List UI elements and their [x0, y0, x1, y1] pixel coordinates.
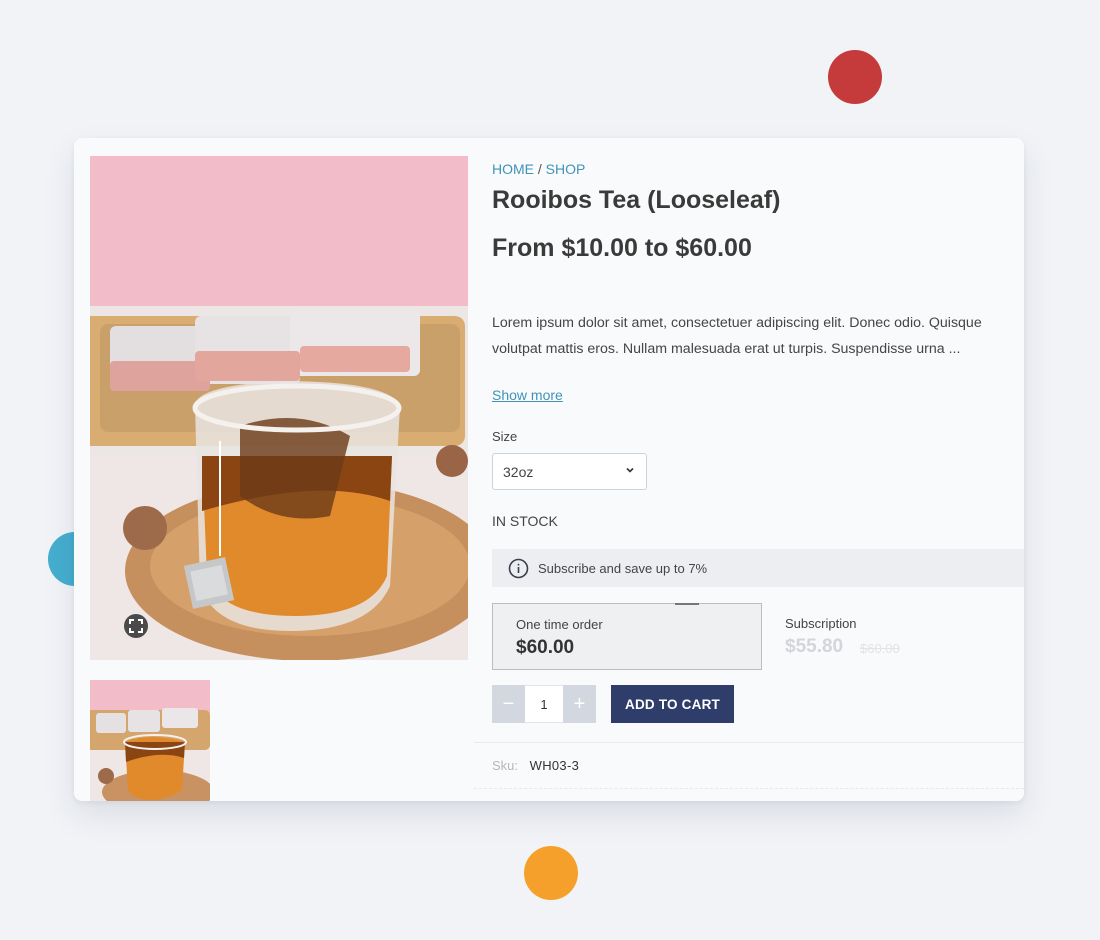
fullscreen-icon[interactable]: [124, 614, 148, 638]
breadcrumb: HOME / SHOP: [492, 161, 585, 177]
product-description: Lorem ipsum dolor sit amet, consectetuer…: [492, 315, 982, 357]
breadcrumb-shop-link[interactable]: SHOP: [546, 161, 586, 177]
subscription-option[interactable]: Subscription $55.80 $60.00: [785, 603, 1024, 670]
divider: [474, 788, 1024, 789]
product-main-image[interactable]: [90, 156, 468, 660]
info-icon: [508, 558, 529, 578]
sku-value: WH03-3: [529, 758, 580, 773]
quantity-stepper: − 1 +: [492, 685, 596, 723]
quantity-increase-button[interactable]: +: [563, 685, 596, 723]
subscription-label: Subscription: [785, 616, 857, 631]
product-card: HOME / SHOP Rooibos Tea (Looseleaf) From…: [74, 138, 1024, 801]
sku-label: Sku:: [492, 758, 519, 773]
tea-thumbnail-photo: [90, 680, 210, 801]
show-more-link[interactable]: Show more: [492, 387, 563, 403]
tea-glass-photo: [90, 156, 468, 660]
product-price-range: From $10.00 to $60.00: [492, 234, 752, 262]
size-label: Size: [492, 429, 518, 444]
breadcrumb-home-link[interactable]: HOME: [492, 161, 534, 177]
product-title: Rooibos Tea (Looseleaf): [492, 186, 781, 214]
decorative-red-dot: [828, 50, 882, 104]
stock-status: IN STOCK: [492, 513, 558, 529]
subscription-price: $55.80: [785, 636, 844, 657]
quantity-input[interactable]: 1: [525, 685, 563, 723]
add-to-cart-button[interactable]: ADD TO CART: [611, 685, 734, 723]
one-time-order-option[interactable]: One time order $60.00: [492, 603, 762, 670]
subscription-original-price: $60.00: [860, 641, 900, 656]
option-selected-marker: [675, 603, 699, 605]
size-selected-value: 32oz: [503, 463, 534, 480]
one-time-order-price: $60.00: [516, 637, 575, 658]
quantity-decrease-button[interactable]: −: [492, 685, 525, 723]
breadcrumb-separator: /: [537, 161, 542, 177]
decorative-orange-dot: [524, 846, 578, 900]
size-select[interactable]: 32oz: [492, 453, 647, 490]
subscribe-banner: Subscribe and save up to 7%: [492, 549, 1024, 587]
divider: [474, 742, 1024, 743]
product-thumbnail[interactable]: [90, 680, 210, 801]
subscribe-banner-text: Subscribe and save up to 7%: [538, 560, 708, 576]
sku-row: Sku: WH03-3: [492, 758, 579, 773]
one-time-order-label: One time order: [516, 617, 603, 632]
chevron-down-icon: [626, 467, 634, 473]
